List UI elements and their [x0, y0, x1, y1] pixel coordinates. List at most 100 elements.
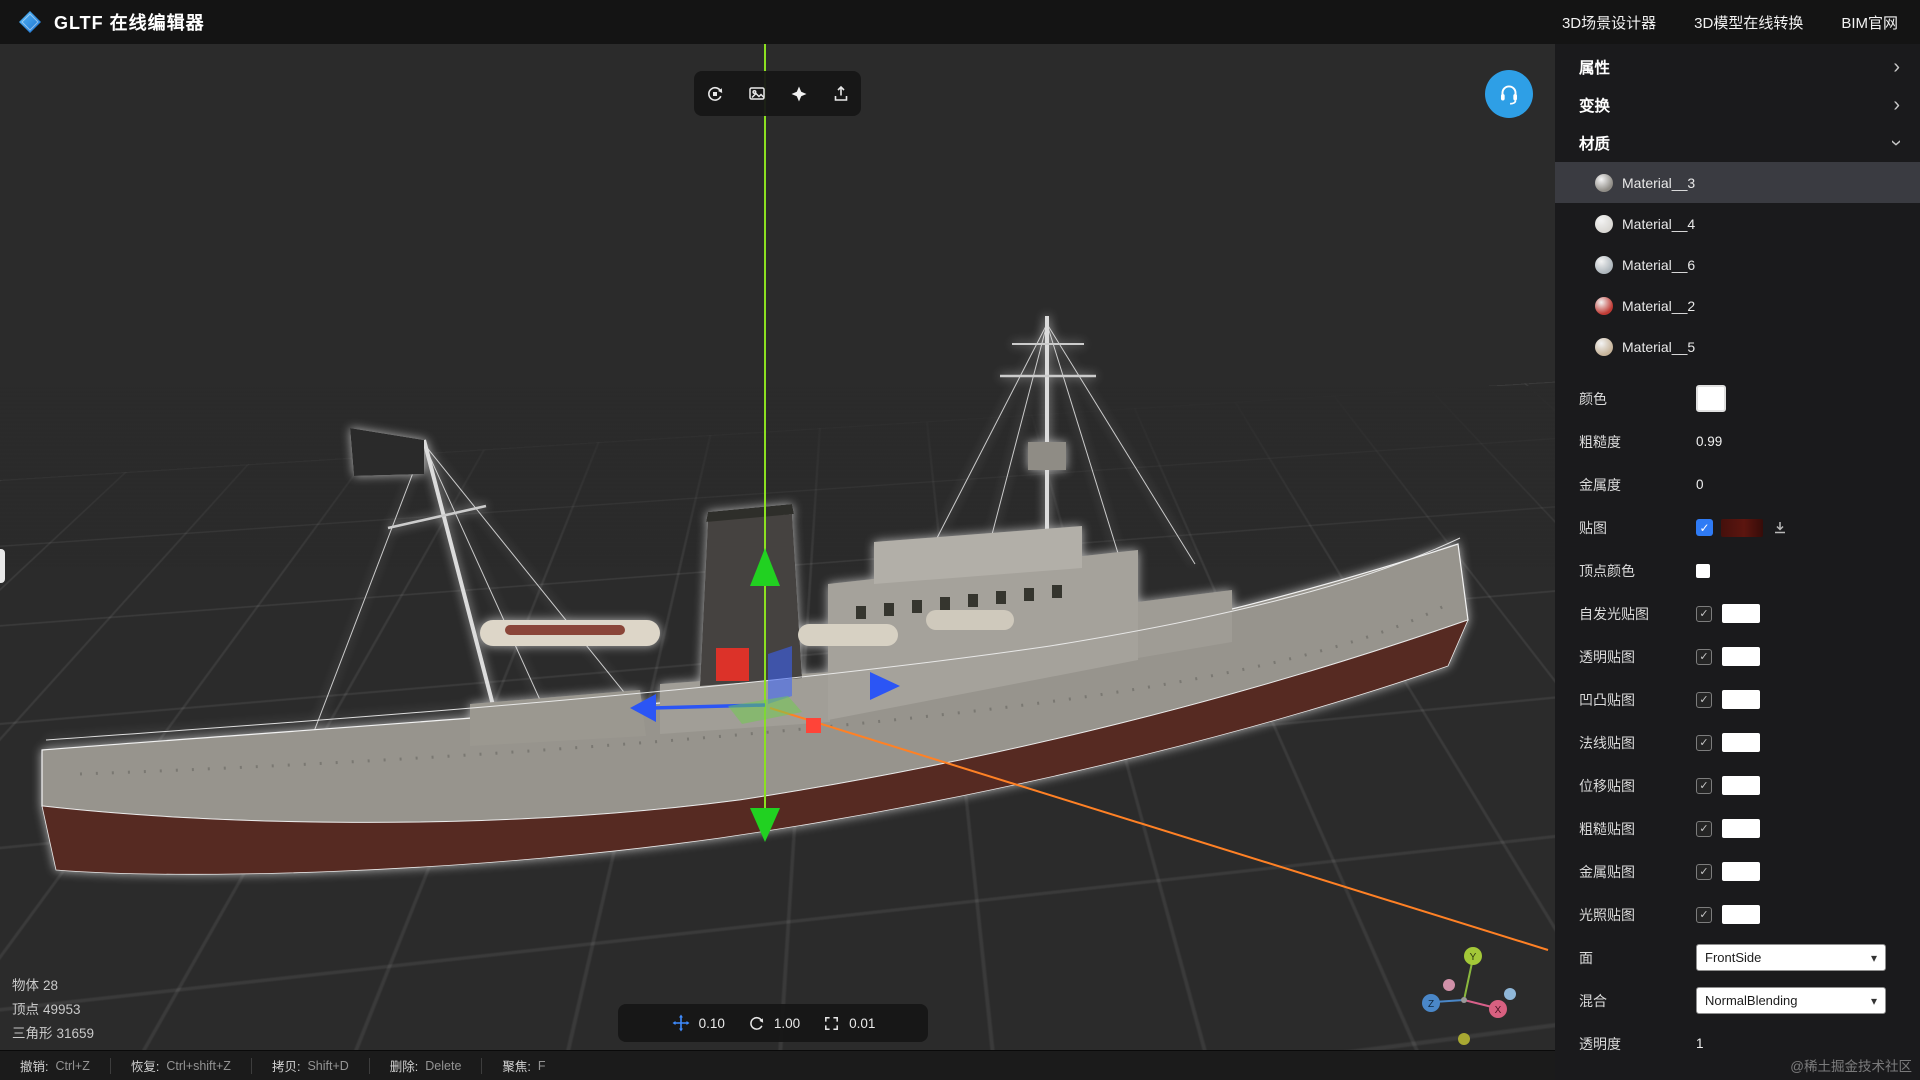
chevron-right-icon: ›	[1893, 95, 1900, 115]
scene-canvas[interactable]: 物体28 顶点49953 三角形31659 0.10	[0, 44, 1555, 1050]
light-map-checkbox[interactable]: ✓	[1696, 907, 1712, 923]
axis-neg-y-ball[interactable]	[1458, 1033, 1470, 1045]
svg-text:Z: Z	[1428, 999, 1434, 1010]
prop-blending: 混合 NormalBlending ▾	[1555, 979, 1920, 1022]
ship-model[interactable]	[42, 316, 1468, 874]
prop-metalness-map: 金属贴图 ✓	[1555, 850, 1920, 893]
app-title: GLTF 在线编辑器	[54, 9, 205, 35]
normal-map-checkbox[interactable]: ✓	[1696, 735, 1712, 751]
chevron-down-icon: ›	[1887, 140, 1907, 147]
axis-orientation-widget[interactable]: Y X Z	[1418, 942, 1518, 1047]
material-item-2[interactable]: Material__2	[1555, 285, 1920, 326]
blending-select[interactable]: NormalBlending ▾	[1696, 987, 1886, 1014]
shortcut-delete: 删除:Delete	[370, 1058, 483, 1074]
axis-neg-z-ball[interactable]	[1504, 988, 1516, 1000]
snap-toolbar: 0.10 1.00 0.01	[618, 1004, 928, 1042]
displacement-map-swatch[interactable]	[1722, 776, 1760, 795]
bump-map-checkbox[interactable]: ✓	[1696, 692, 1712, 708]
viewport-toolbar	[694, 71, 861, 116]
material-item-4[interactable]: Material__4	[1555, 203, 1920, 244]
section-transform[interactable]: 变换 ›	[1555, 86, 1920, 124]
emissive-map-swatch[interactable]	[1722, 604, 1760, 623]
download-map-button[interactable]	[1772, 520, 1788, 536]
alpha-map-swatch[interactable]	[1722, 647, 1760, 666]
roughness-map-checkbox[interactable]: ✓	[1696, 821, 1712, 837]
material-item-6[interactable]: Material__6	[1555, 244, 1920, 285]
prop-metalness: 金属度 0	[1555, 463, 1920, 506]
metalness-value[interactable]: 0	[1696, 477, 1704, 492]
support-button[interactable]	[1485, 70, 1533, 118]
nav-scene-designer[interactable]: 3D场景设计器	[1562, 12, 1656, 33]
stat-objects: 物体28	[12, 974, 98, 998]
nav-bim-site[interactable]: BIM官网	[1841, 12, 1898, 33]
viewport-3d[interactable]: 物体28 顶点49953 三角形31659 0.10	[0, 44, 1555, 1080]
mast-platform	[1028, 442, 1066, 470]
section-material[interactable]: 材质 ›	[1555, 124, 1920, 162]
shortcut-statusbar: 撤销:Ctrl+Z 恢复:Ctrl+shift+Z 拷贝:Shift+D 删除:…	[0, 1050, 1555, 1080]
shortcut-focus: 聚焦:F	[482, 1058, 565, 1074]
nav-model-converter[interactable]: 3D模型在线转换	[1694, 12, 1803, 33]
chevron-right-icon: ›	[1893, 57, 1900, 77]
material-item-5[interactable]: Material__5	[1555, 326, 1920, 367]
color-picker-swatch[interactable]	[1696, 385, 1726, 412]
gizmo-red-handle[interactable]	[716, 648, 749, 681]
map-texture-swatch[interactable]	[1721, 519, 1763, 537]
export-image-icon[interactable]	[740, 77, 774, 111]
scale-icon	[822, 1014, 841, 1033]
prop-light-map: 光照贴图 ✓	[1555, 893, 1920, 936]
light-map-swatch[interactable]	[1722, 905, 1760, 924]
transform-gizmo[interactable]	[630, 44, 1548, 950]
prop-side: 面 FrontSide ▾	[1555, 936, 1920, 979]
lifeboat-2	[798, 624, 898, 646]
prop-emissive-map: 自发光贴图 ✓	[1555, 592, 1920, 635]
reload-model-icon[interactable]	[698, 77, 732, 111]
vertex-colors-checkbox[interactable]	[1696, 564, 1710, 578]
opacity-value[interactable]: 1	[1696, 1036, 1704, 1051]
share-icon[interactable]	[824, 77, 858, 111]
prop-normal-map: 法线贴图 ✓	[1555, 721, 1920, 764]
side-select[interactable]: FrontSide ▾	[1696, 944, 1886, 971]
prop-map: 贴图 ✓	[1555, 506, 1920, 549]
map-checkbox[interactable]: ✓	[1696, 519, 1713, 536]
metalness-map-swatch[interactable]	[1722, 862, 1760, 881]
scene-stats: 物体28 顶点49953 三角形31659	[12, 974, 98, 1046]
prop-alpha-map: 透明贴图 ✓	[1555, 635, 1920, 678]
gizmo-red-handle-small[interactable]	[806, 718, 821, 733]
translate-snap[interactable]: 0.10	[667, 1013, 729, 1033]
bump-map-swatch[interactable]	[1722, 690, 1760, 709]
app-logo-icon	[18, 10, 42, 34]
metalness-map-checkbox[interactable]: ✓	[1696, 864, 1712, 880]
download-icon	[1772, 520, 1788, 536]
lifeboat-1-stripe	[505, 625, 625, 635]
axis-center-dot	[1461, 997, 1467, 1003]
lifeboat-3	[926, 610, 1014, 630]
axis-neg-x-ball[interactable]	[1443, 979, 1455, 991]
center-focus-icon[interactable]	[782, 77, 816, 111]
section-attributes[interactable]: 属性 ›	[1555, 48, 1920, 86]
roughness-value[interactable]: 0.99	[1696, 434, 1722, 449]
normal-map-swatch[interactable]	[1722, 733, 1760, 752]
material-list: Material__3 Material__4 Material__6 Mate…	[1555, 162, 1920, 367]
displacement-map-checkbox[interactable]: ✓	[1696, 778, 1712, 794]
left-panel-handle[interactable]	[0, 549, 5, 583]
alpha-map-checkbox[interactable]: ✓	[1696, 649, 1712, 665]
prop-vertex-colors: 顶点颜色	[1555, 549, 1920, 592]
model-layer	[0, 44, 1555, 1050]
stat-vertices: 顶点49953	[12, 998, 98, 1022]
prop-roughness: 粗糙度 0.99	[1555, 420, 1920, 463]
material-sphere-icon	[1595, 256, 1613, 274]
gizmo-plane-yz[interactable]	[768, 646, 792, 704]
mast-flag	[350, 428, 424, 476]
shortcut-copy: 拷贝:Shift+D	[252, 1058, 370, 1074]
select-arrow-icon: ▾	[1871, 951, 1877, 965]
roughness-map-swatch[interactable]	[1722, 819, 1760, 838]
properties-sidebar: 属性 › 变换 › 材质 › Material__3 Material__4 M…	[1555, 44, 1920, 1080]
watermark: @稀土掘金技术社区	[1790, 1055, 1912, 1075]
material-sphere-icon	[1595, 215, 1613, 233]
material-item-3[interactable]: Material__3	[1555, 162, 1920, 203]
scale-snap[interactable]: 0.01	[818, 1014, 879, 1033]
prop-roughness-map: 粗糙贴图 ✓	[1555, 807, 1920, 850]
rotate-snap[interactable]: 1.00	[743, 1014, 804, 1033]
prop-bump-map: 凹凸贴图 ✓	[1555, 678, 1920, 721]
emissive-map-checkbox[interactable]: ✓	[1696, 606, 1712, 622]
